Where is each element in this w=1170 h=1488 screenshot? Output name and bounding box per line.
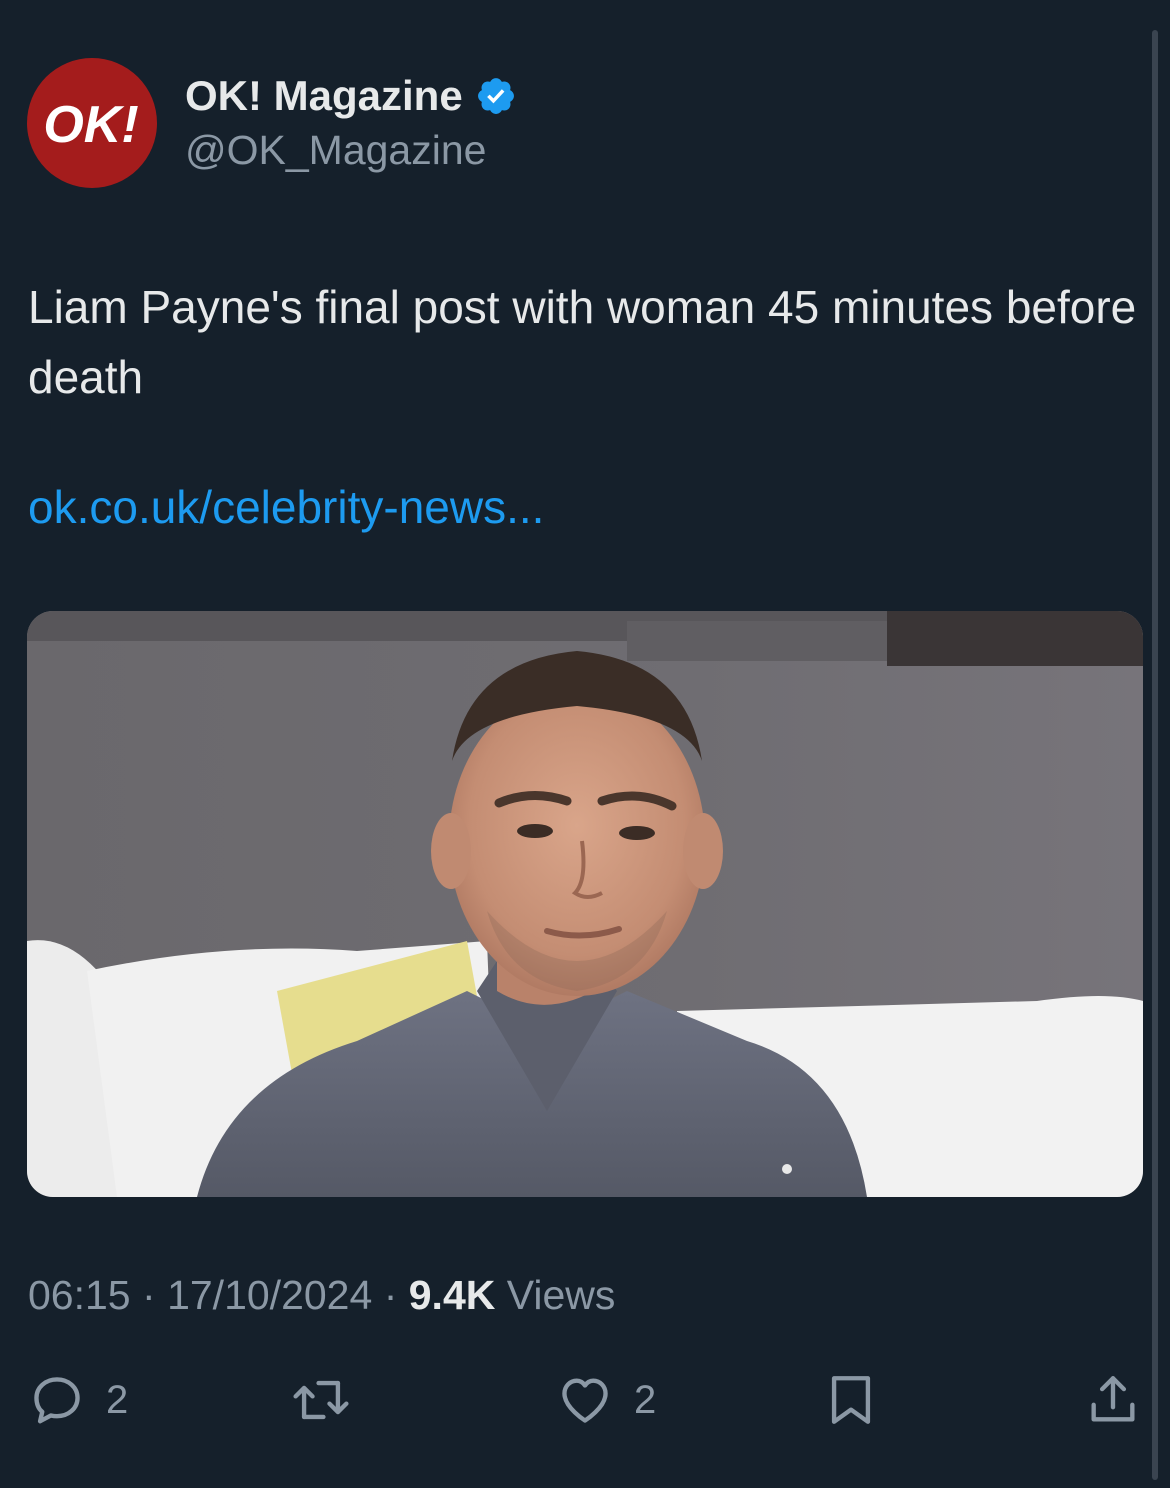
retweet-icon bbox=[293, 1380, 349, 1420]
views-label[interactable]: Views bbox=[507, 1272, 616, 1318]
tweet-text: Liam Payne's final post with woman 45 mi… bbox=[28, 281, 1137, 403]
heart-icon bbox=[562, 1378, 608, 1423]
share-button[interactable] bbox=[1084, 1360, 1142, 1440]
tweet-detail-page: OK! OK! Magazine @OK_Magazine Liam Payne… bbox=[0, 0, 1170, 1488]
bookmark-icon bbox=[831, 1376, 871, 1424]
avatar-logo-text: OK! bbox=[43, 96, 138, 154]
ok-logo-icon: OK! bbox=[43, 96, 138, 154]
tweet-link[interactable]: ok.co.uk/celebrity-news... bbox=[28, 480, 544, 534]
like-count: 2 bbox=[634, 1377, 657, 1422]
share-icon bbox=[1091, 1376, 1135, 1422]
retweet-button[interactable] bbox=[288, 1360, 354, 1440]
author-display-name[interactable]: OK! Magazine bbox=[185, 72, 463, 120]
views-count[interactable]: 9.4K bbox=[409, 1272, 496, 1318]
tweet-date: 17/10/2024 bbox=[167, 1272, 373, 1318]
like-button[interactable]: 2 bbox=[556, 1360, 656, 1440]
reply-count: 2 bbox=[106, 1377, 129, 1422]
tweet-media-image[interactable] bbox=[27, 611, 1143, 1197]
meta-separator: · bbox=[142, 1272, 156, 1318]
avatar[interactable]: OK! bbox=[27, 58, 157, 188]
bookmark-button[interactable] bbox=[822, 1360, 880, 1440]
verified-badge-icon bbox=[477, 78, 514, 114]
scrollbar[interactable] bbox=[1152, 30, 1158, 1480]
tweet-action-bar: 2 2 bbox=[0, 1360, 1170, 1440]
reply-button[interactable]: 2 bbox=[28, 1360, 128, 1440]
author-handle[interactable]: @OK_Magazine bbox=[185, 127, 486, 174]
photo-of-man-icon bbox=[27, 611, 1143, 1197]
author-display-name-row[interactable]: OK! Magazine bbox=[185, 72, 517, 120]
tweet-time: 06:15 bbox=[28, 1272, 131, 1318]
meta-separator: · bbox=[383, 1272, 398, 1318]
tweet-meta: 06:15 · 17/10/2024 · 9.4K Views bbox=[28, 1272, 615, 1319]
reply-icon bbox=[34, 1377, 80, 1424]
